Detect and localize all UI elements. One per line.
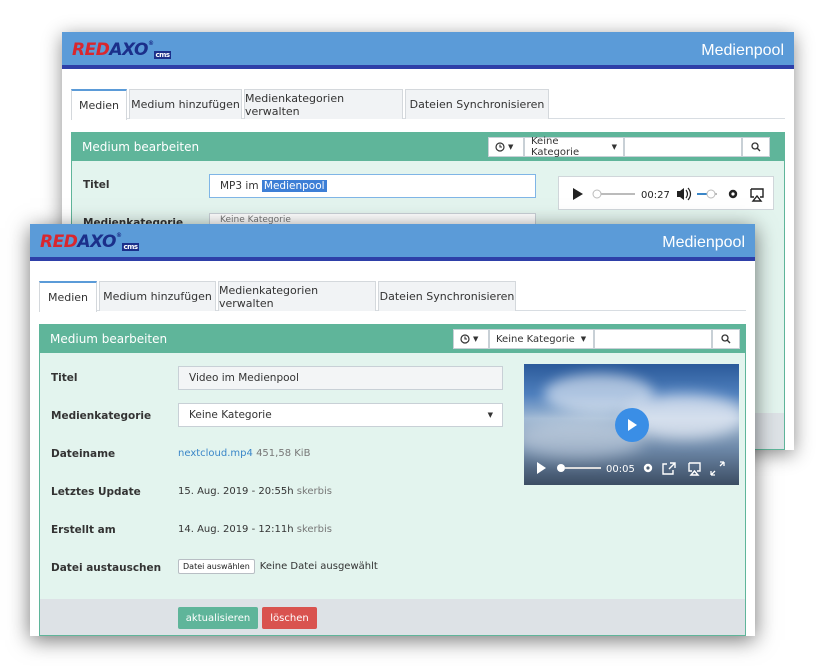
- video-player[interactable]: 00:05: [524, 364, 739, 485]
- caret-down-icon: ▼: [508, 143, 514, 151]
- header-bar: REDAXO®cms Medienpool: [62, 32, 794, 69]
- category-filter-label: Keine Kategorie: [531, 136, 580, 158]
- seek-handle: [557, 464, 565, 472]
- panel-header: Medium bearbeiten ▼ Keine Kategorie ▼: [40, 325, 745, 353]
- history-dropdown[interactable]: ▼: [453, 329, 489, 349]
- tab-bar: Medien Medium hinzufügen Medienkategorie…: [39, 281, 746, 312]
- choose-file-button[interactable]: Datei auswählen: [178, 559, 255, 574]
- tab-medienkategorien[interactable]: Medienkategorien verwalten: [244, 89, 403, 119]
- tab-dateien-sync[interactable]: Dateien Synchronisieren: [378, 281, 516, 311]
- page-title: Medienpool: [662, 234, 745, 251]
- audio-player[interactable]: 00:27: [558, 176, 774, 210]
- update-value: 15. Aug. 2019 - 20:55h skerbis: [178, 486, 332, 497]
- titel-label: Titel: [83, 179, 110, 191]
- titel-selection: Medienpool: [261, 180, 327, 192]
- seek-handle: [592, 189, 602, 199]
- update-user: skerbis: [296, 486, 332, 497]
- titel-value: MP3 im: [220, 180, 259, 192]
- file-picker: Datei auswählen Keine Datei ausgewählt: [178, 559, 378, 574]
- erstellt-date: 14. Aug. 2019 - 12:11h: [178, 524, 294, 535]
- titel-value: Video im Medienpool: [189, 372, 299, 384]
- tab-bar: Medien Medium hinzufügen Medienkategorie…: [71, 89, 785, 120]
- category-filter[interactable]: Keine Kategorie ▼: [489, 329, 594, 349]
- search-icon: [751, 142, 761, 152]
- caret-down-icon: ▼: [473, 335, 479, 343]
- delete-button[interactable]: löschen: [262, 607, 317, 629]
- page-title: Medienpool: [701, 42, 784, 59]
- play-icon: [628, 419, 637, 431]
- edit-panel: Medium bearbeiten ▼ Keine Kategorie ▼ Ti…: [39, 324, 746, 636]
- panel-header: Medium bearbeiten ▼ Keine Kategorie ▼: [72, 133, 784, 161]
- play-icon: [573, 188, 583, 200]
- video-time: 00:05: [606, 464, 635, 475]
- redaxo-logo: REDAXO®cms: [72, 40, 171, 60]
- search-input[interactable]: [624, 137, 742, 157]
- external-link-icon: [662, 462, 676, 475]
- caret-down-icon: ▼: [611, 143, 617, 151]
- search-button[interactable]: [712, 329, 740, 349]
- clock-icon: [460, 334, 470, 344]
- panel-footer: aktualisieren löschen: [40, 599, 745, 635]
- play-icon: [537, 462, 546, 474]
- search-icon: [721, 334, 731, 344]
- titel-label: Titel: [51, 372, 78, 384]
- dateiname-value: nextcloud.mp4 451,58 KiB: [178, 448, 310, 459]
- update-label: Letztes Update: [51, 486, 141, 498]
- austauschen-label: Datei austauschen: [51, 562, 162, 574]
- clock-icon: [495, 142, 505, 152]
- airplay-icon: [688, 462, 701, 476]
- tab-medien[interactable]: Medien: [39, 281, 97, 312]
- tab-medium-hinzufuegen[interactable]: Medium hinzufügen: [129, 89, 242, 119]
- history-dropdown[interactable]: ▼: [488, 137, 524, 157]
- video-controls[interactable]: 00:05: [524, 455, 739, 481]
- file-link[interactable]: nextcloud.mp4: [178, 448, 253, 459]
- kategorie-select[interactable]: Keine Kategorie ▼: [178, 403, 503, 427]
- volume-handle: [706, 189, 716, 199]
- airplay-icon: [750, 188, 764, 202]
- erstellt-user: skerbis: [296, 524, 332, 535]
- big-play-button[interactable]: [615, 408, 649, 442]
- dateiname-label: Dateiname: [51, 448, 116, 460]
- update-date: 15. Aug. 2019 - 20:55h: [178, 486, 294, 497]
- panel-title: Medium bearbeiten: [50, 332, 168, 346]
- header-bar: REDAXO®cms Medienpool: [30, 224, 755, 261]
- search-input[interactable]: [594, 329, 712, 349]
- file-status: Keine Datei ausgewählt: [259, 561, 378, 572]
- tab-dateien-sync[interactable]: Dateien Synchronisieren: [405, 89, 549, 119]
- erstellt-label: Erstellt am: [51, 524, 116, 536]
- tab-medium-hinzufuegen[interactable]: Medium hinzufügen: [99, 281, 216, 311]
- volume-icon: [677, 188, 684, 200]
- search-button[interactable]: [742, 137, 770, 157]
- erstellt-value: 14. Aug. 2019 - 12:11h skerbis: [178, 524, 332, 535]
- redaxo-logo: REDAXO®cms: [40, 232, 139, 252]
- category-filter[interactable]: Keine Kategorie ▼: [524, 136, 624, 158]
- caret-down-icon: ▼: [487, 411, 493, 419]
- file-size: 451,58 KiB: [256, 448, 311, 459]
- kategorie-value: Keine Kategorie: [189, 409, 272, 421]
- kategorie-label: Medienkategorie: [51, 410, 152, 422]
- tab-medienkategorien[interactable]: Medienkategorien verwalten: [218, 281, 376, 311]
- audio-time: 00:27: [641, 190, 670, 201]
- tab-medien[interactable]: Medien: [71, 89, 127, 120]
- panel-title: Medium bearbeiten: [82, 140, 200, 154]
- caret-down-icon: ▼: [580, 335, 587, 343]
- update-button[interactable]: aktualisieren: [178, 607, 258, 629]
- category-filter-label: Keine Kategorie: [496, 333, 575, 345]
- front-window: REDAXO®cms Medienpool Medien Medium hinz…: [30, 224, 755, 636]
- titel-input[interactable]: MP3 im Medienpool: [209, 174, 536, 198]
- fullscreen-icon: [710, 461, 725, 476]
- kategorie-label-partial: Medienkategorie: [83, 217, 184, 224]
- titel-input[interactable]: Video im Medienpool: [178, 366, 503, 390]
